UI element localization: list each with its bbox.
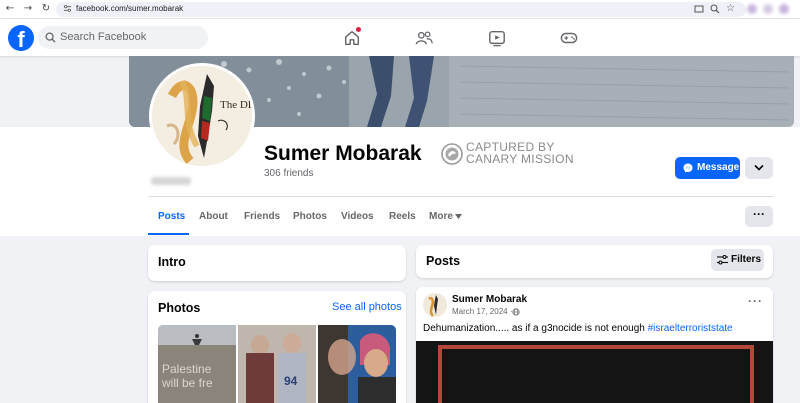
intro-title: Intro — [158, 255, 186, 269]
post-options-icon[interactable]: ··· — [748, 295, 763, 307]
facebook-logo-icon[interactable]: f — [8, 25, 34, 51]
friends-count[interactable]: 306 friends — [264, 168, 313, 180]
url-text[interactable]: facebook.com/sumer.mobarak — [76, 4, 183, 14]
site-info-icon[interactable] — [63, 4, 72, 13]
see-all-photos-link[interactable]: See all photos — [332, 301, 402, 314]
tab-videos[interactable]: Videos — [341, 211, 374, 223]
zoom-icon[interactable] — [710, 4, 720, 14]
post-timestamp[interactable]: March 17, 2024 · — [452, 307, 512, 317]
photo-portrait-image — [318, 325, 396, 403]
bookmark-star-icon[interactable]: ☆ — [726, 4, 736, 14]
photo-thumbnail[interactable]: 94 — [238, 325, 316, 403]
tab-friends[interactable]: Friends — [244, 211, 280, 223]
post-text: Dehumanization..... as if a g3nocide is … — [423, 323, 733, 335]
filters-label: Filters — [731, 254, 762, 265]
blurred-text — [151, 177, 191, 185]
photo-caption: Palestine — [162, 362, 212, 376]
active-tab-indicator — [148, 233, 189, 235]
search-icon — [45, 32, 56, 43]
gaming-icon[interactable] — [560, 29, 578, 47]
message-button-label: Message — [697, 162, 740, 173]
photo-thumbnail[interactable] — [318, 325, 396, 403]
filter-sliders-icon — [717, 255, 728, 265]
posts-title: Posts — [426, 254, 461, 268]
message-button[interactable]: Message — [675, 157, 740, 179]
post-author-name[interactable]: Sumer Mobarak — [452, 294, 527, 306]
tab-photos[interactable]: Photos — [293, 211, 327, 223]
extension-icon[interactable] — [747, 4, 757, 14]
canary-mission-logo-icon — [441, 143, 463, 165]
profile-options-dropdown[interactable] — [745, 157, 773, 179]
tab-about[interactable]: About — [199, 211, 228, 223]
post-photo — [416, 341, 773, 403]
intro-card — [148, 245, 406, 281]
extension-icon[interactable] — [763, 4, 773, 14]
tab-posts[interactable]: Posts — [158, 211, 185, 223]
hashtag-link[interactable]: #israelterroriststate — [648, 323, 733, 334]
profile-picture[interactable]: The DDT — [149, 63, 255, 169]
friends-icon[interactable] — [415, 29, 433, 47]
screen-cast-icon[interactable] — [694, 4, 704, 14]
photo-thumbnail[interactable]: Palestine will be fre — [158, 325, 236, 403]
globe-icon — [512, 308, 520, 316]
chevron-down-icon — [754, 164, 764, 171]
post-image[interactable] — [416, 341, 773, 403]
photo-beach-image: Palestine will be fre — [158, 325, 236, 403]
avatar-caption: The DDT — [220, 99, 252, 111]
post-body: Dehumanization..... as if a g3nocide is … — [423, 323, 645, 334]
reload-icon[interactable]: ↻ — [40, 3, 52, 15]
tab-reels[interactable]: Reels — [389, 211, 416, 223]
more-options-button[interactable]: ··· — [745, 206, 773, 227]
photo-family-image: 94 — [238, 325, 316, 403]
photos-title: Photos — [158, 301, 201, 315]
watermark-text: CANARY MISSION — [466, 152, 574, 166]
profile-avatar-icon[interactable] — [779, 4, 789, 14]
tab-more[interactable]: More — [429, 211, 453, 223]
post-author-avatar[interactable] — [423, 293, 447, 317]
photo-caption: will be fre — [161, 376, 213, 390]
back-icon[interactable]: ← — [4, 3, 16, 15]
notification-dot — [356, 27, 361, 32]
messenger-icon — [683, 163, 693, 173]
caret-down-icon — [455, 214, 462, 219]
header-divider — [148, 196, 774, 197]
filters-button[interactable]: Filters — [711, 249, 764, 271]
profile-name: Sumer Mobarak — [264, 142, 422, 165]
photo-caption: 94 — [284, 374, 298, 388]
browser-toolbar: ← → ↻ facebook.com/sumer.mobarak ☆ — [0, 0, 800, 19]
avatar-image — [423, 293, 447, 317]
video-icon[interactable] — [488, 29, 506, 47]
facebook-top-bar: f Search Facebook — [0, 19, 800, 56]
profile-artwork-image: The DDT — [152, 66, 252, 166]
search-placeholder: Search Facebook — [60, 31, 147, 43]
forward-icon[interactable]: → — [22, 3, 34, 15]
